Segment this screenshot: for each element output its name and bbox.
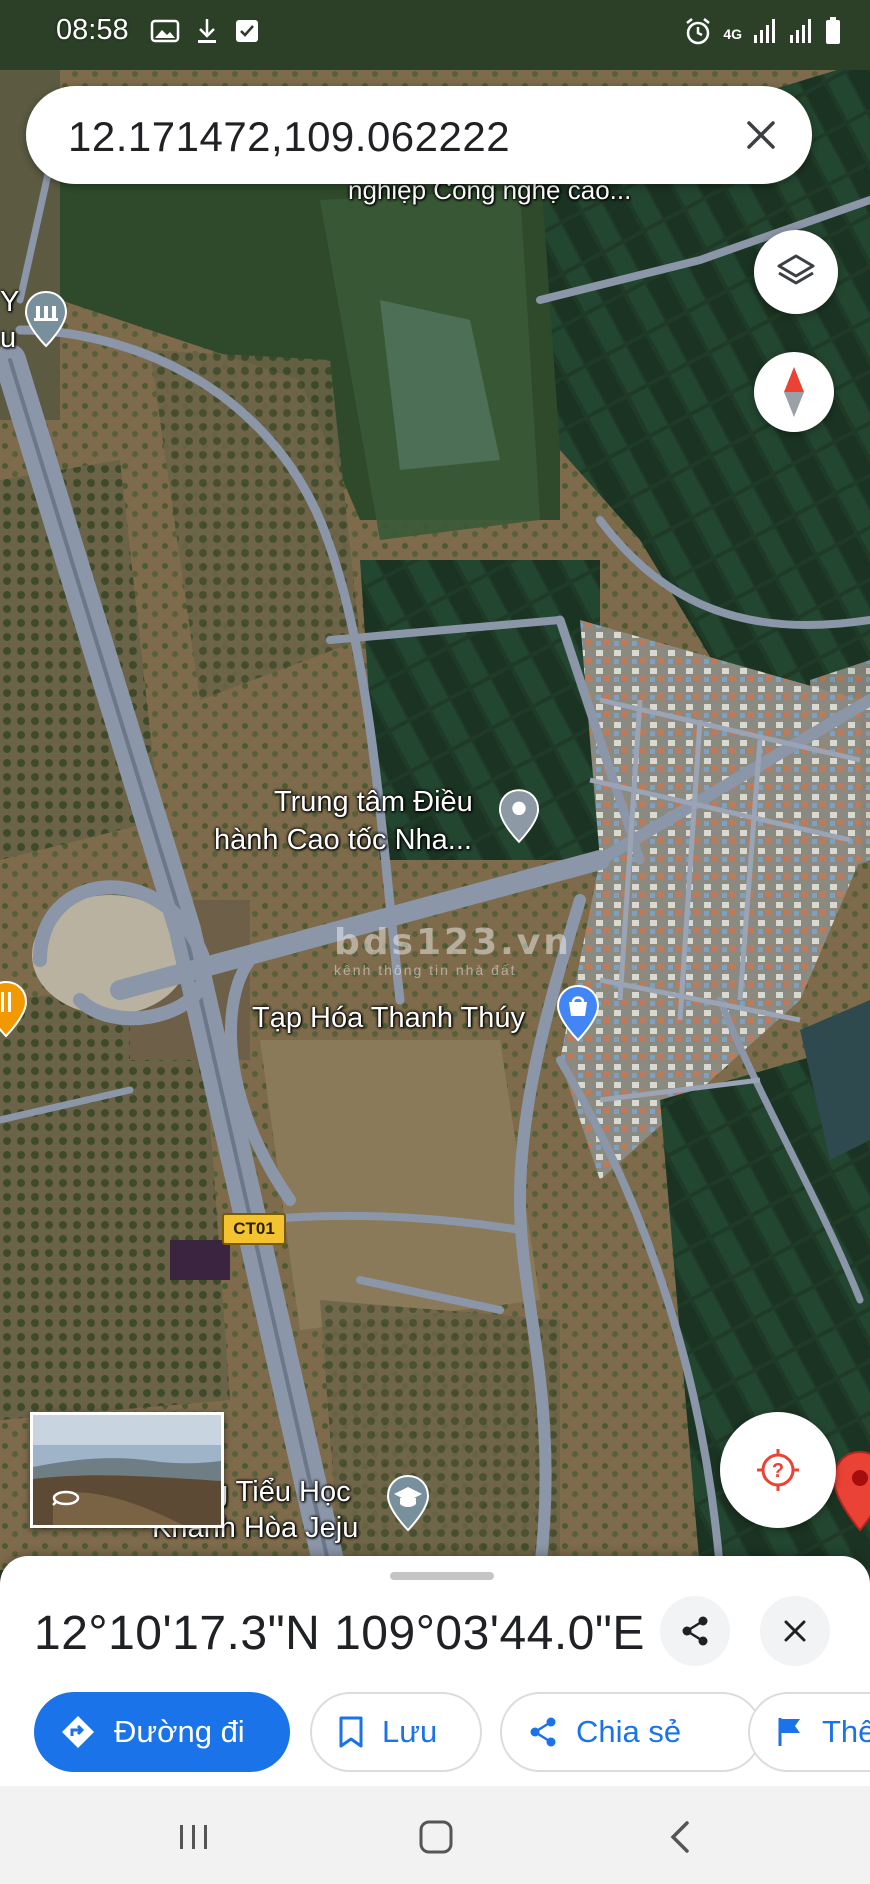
- location-unknown-icon: ?: [757, 1449, 799, 1491]
- save-button[interactable]: Lưu: [310, 1692, 482, 1772]
- back-icon: [670, 1821, 689, 1853]
- alarm-icon: [683, 16, 713, 51]
- restaurant-pin-icon[interactable]: [0, 980, 28, 1038]
- watermark-subtext: kênh thông tin nhà đất: [334, 962, 517, 978]
- recent-apps-icon: [180, 1825, 207, 1849]
- action-chips: Đường đi Lưu Chia sẻ Thê: [34, 1692, 870, 1776]
- flag-icon: [778, 1718, 800, 1746]
- share-button[interactable]: [660, 1596, 730, 1666]
- watermark-text: bds123.vn: [334, 922, 572, 963]
- label-label: Thê: [822, 1714, 870, 1749]
- recent-apps-button[interactable]: [164, 1812, 224, 1862]
- home-icon: [419, 1820, 453, 1854]
- share-label: Chia sẻ: [576, 1714, 682, 1749]
- my-location-button[interactable]: ?: [720, 1412, 836, 1528]
- close-sheet-button[interactable]: [760, 1596, 830, 1666]
- battery-icon: [824, 16, 842, 51]
- directions-label: Đường đi: [114, 1714, 245, 1749]
- clear-search-button[interactable]: [736, 110, 786, 160]
- search-input[interactable]: 12.171472,109.062222: [68, 113, 510, 161]
- panorama-icon: [51, 1489, 81, 1512]
- road-shield-ct01: CT01: [222, 1213, 286, 1245]
- close-icon: [784, 1620, 806, 1642]
- place-pin-icon[interactable]: [498, 788, 540, 844]
- shopping-pin-icon[interactable]: [556, 984, 600, 1042]
- landmark-pin-icon[interactable]: [24, 290, 68, 348]
- directions-button[interactable]: Đường đi: [34, 1692, 290, 1772]
- download-icon: [194, 17, 220, 52]
- signal-icon: [788, 17, 814, 50]
- street-view-thumbnail[interactable]: [30, 1412, 224, 1528]
- poi-label-left-1[interactable]: Y: [0, 284, 19, 320]
- home-button[interactable]: [406, 1812, 466, 1862]
- drag-handle[interactable]: [390, 1572, 494, 1580]
- map-view[interactable]: nghiệp Công nghệ cao... Y u Trung tâm Đi…: [0, 0, 870, 1570]
- check-box-icon: [234, 17, 260, 52]
- coordinates-title: 12°10'17.3"N 109°03'44.0"E: [34, 1607, 645, 1660]
- signal-icon: [752, 17, 778, 50]
- close-icon: [747, 121, 775, 149]
- share-chip-button[interactable]: Chia sẻ: [500, 1692, 762, 1772]
- svg-text:?: ?: [772, 1460, 784, 1482]
- compass-icon: [784, 367, 804, 417]
- compass-button[interactable]: [754, 352, 834, 432]
- gallery-icon: [150, 17, 180, 52]
- save-label: Lưu: [382, 1714, 438, 1749]
- system-nav-bar: [0, 1786, 870, 1884]
- school-pin-icon[interactable]: [386, 1474, 430, 1532]
- poi-label-tap-hoa[interactable]: Tạp Hóa Thanh Thúy: [252, 1000, 525, 1036]
- share-icon: [530, 1717, 556, 1747]
- directions-icon: [62, 1716, 94, 1748]
- search-bar[interactable]: 12.171472,109.062222: [26, 86, 812, 184]
- poi-label-trung-tam-line2[interactable]: hành Cao tốc Nha...: [214, 822, 472, 858]
- network-type: 4G: [723, 25, 742, 42]
- poi-label-trung-tam-line1[interactable]: Trung tâm Điều: [274, 784, 473, 820]
- layers-button[interactable]: [754, 230, 838, 314]
- place-bottom-sheet[interactable]: 12°10'17.3"N 109°03'44.0"E Đường đi Lưu: [0, 1556, 870, 1786]
- add-label-button[interactable]: Thê: [748, 1692, 870, 1772]
- poi-label-school-line1[interactable]: g Tiểu Học: [212, 1474, 351, 1510]
- bookmark-icon: [339, 1716, 363, 1748]
- status-time: 08:58: [56, 14, 129, 46]
- poi-label-left-2[interactable]: u: [0, 320, 16, 356]
- dropped-pin-icon[interactable]: [832, 1450, 870, 1532]
- back-button[interactable]: [650, 1812, 710, 1862]
- layers-icon: [777, 254, 815, 285]
- status-bar: 08:58 4G: [0, 0, 870, 66]
- share-icon: [682, 1616, 708, 1646]
